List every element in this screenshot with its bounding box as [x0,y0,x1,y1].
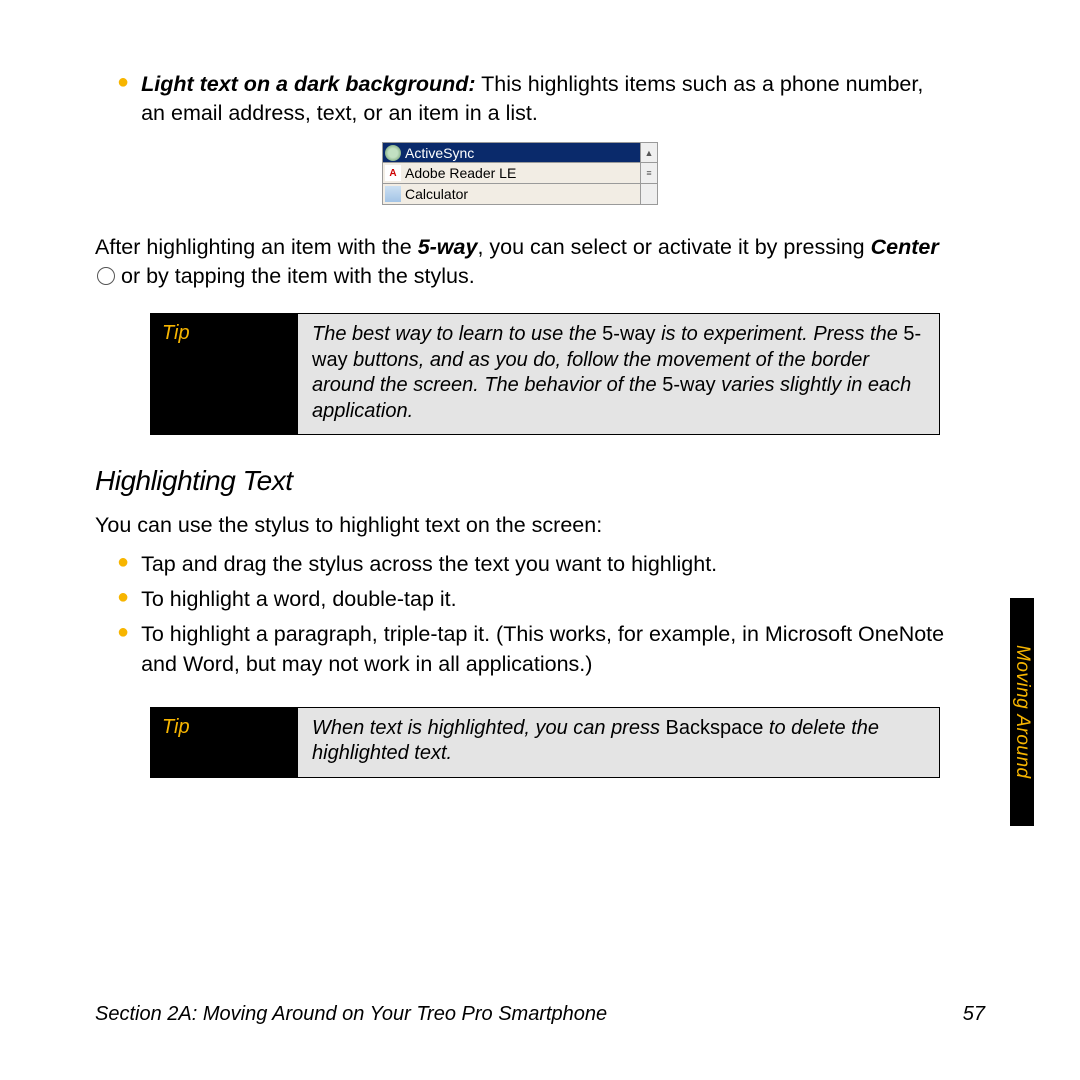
sub-paragraph: You can use the stylus to highlight text… [95,511,945,540]
scroll-track-icon [640,184,658,205]
after-paragraph: After highlighting an item with the 5-wa… [95,233,945,291]
list-item-label: Calculator [405,186,468,202]
list-item: A Adobe Reader LE ≡ [382,163,658,184]
activesync-icon [385,145,401,161]
footer-section: Section 2A: Moving Around on Your Treo P… [95,1003,607,1026]
bullet-item: ● To highlight a paragraph, triple-tap i… [117,620,945,678]
footer: Section 2A: Moving Around on Your Treo P… [95,1003,985,1026]
bullet-item: ● Tap and drag the stylus across the tex… [117,550,945,579]
tip-keyword: 5-way [602,323,655,345]
fiveway: 5-way [418,235,478,259]
tip-body: When text is highlighted, you can press … [298,708,939,777]
page: ● Light text on a dark background: This … [0,0,1080,1080]
list-item: ActiveSync ▲ [382,142,658,163]
after-post: or by tapping the item with the stylus. [121,264,475,288]
scroll-track-icon: ≡ [640,163,658,184]
tip-keyword: 5-way [662,374,715,396]
tip-label: Tip [150,314,298,434]
bullet-text: Tap and drag the stylus across the text … [141,550,717,579]
list-item-adobe: A Adobe Reader LE [382,163,640,184]
after-pre: After highlighting an item with the [95,235,418,259]
bullet-intro-text: Light text on a dark background: This hi… [141,70,945,128]
intro-lead: Light text on a dark background: [141,72,475,96]
section-heading: Highlighting Text [95,465,945,497]
tip-keyword: Backspace [666,717,764,739]
bullet-item: ● To highlight a word, double-tap it. [117,585,945,614]
tip-text: The best way to learn to use the [312,323,602,345]
tip-box-1: Tip The best way to learn to use the 5-w… [150,313,940,435]
page-number: 57 [963,1003,985,1026]
embedded-screenshot: ActiveSync ▲ A Adobe Reader LE ≡ Calcula… [95,142,945,205]
calculator-icon [385,186,401,202]
tip-label: Tip [150,708,298,777]
bullet-dot-icon: ● [117,620,129,678]
list-item-label: ActiveSync [405,145,474,161]
center-word: Center [871,235,939,259]
bullet-dot-icon: ● [117,585,129,614]
adobe-reader-icon: A [385,165,401,181]
after-mid: , you can select or activate it by press… [477,235,870,259]
tip-box-2: Tip When text is highlighted, you can pr… [150,707,940,778]
app-list: ActiveSync ▲ A Adobe Reader LE ≡ Calcula… [382,142,658,205]
list-item-activesync: ActiveSync [382,142,640,163]
bullet-dot-icon: ● [117,550,129,579]
bullet-text: To highlight a paragraph, triple-tap it.… [141,620,945,678]
bullet-dot-icon: ● [117,70,129,128]
side-tab: Moving Around [1010,598,1034,826]
tip-body: The best way to learn to use the 5-way i… [298,314,939,434]
list-item-calculator: Calculator [382,184,640,205]
content-column: ● Light text on a dark background: This … [95,70,945,778]
center-button-icon [97,267,115,285]
tip-text: When text is highlighted, you can press [312,717,666,739]
bullet-list: ● Tap and drag the stylus across the tex… [117,550,945,678]
list-item: Calculator [382,184,658,205]
bullet-intro: ● Light text on a dark background: This … [117,70,945,128]
bullet-text: To highlight a word, double-tap it. [141,585,457,614]
list-item-label: Adobe Reader LE [405,165,516,181]
scroll-up-icon: ▲ [640,142,658,163]
tip-text: is to experiment. Press the [656,323,904,345]
